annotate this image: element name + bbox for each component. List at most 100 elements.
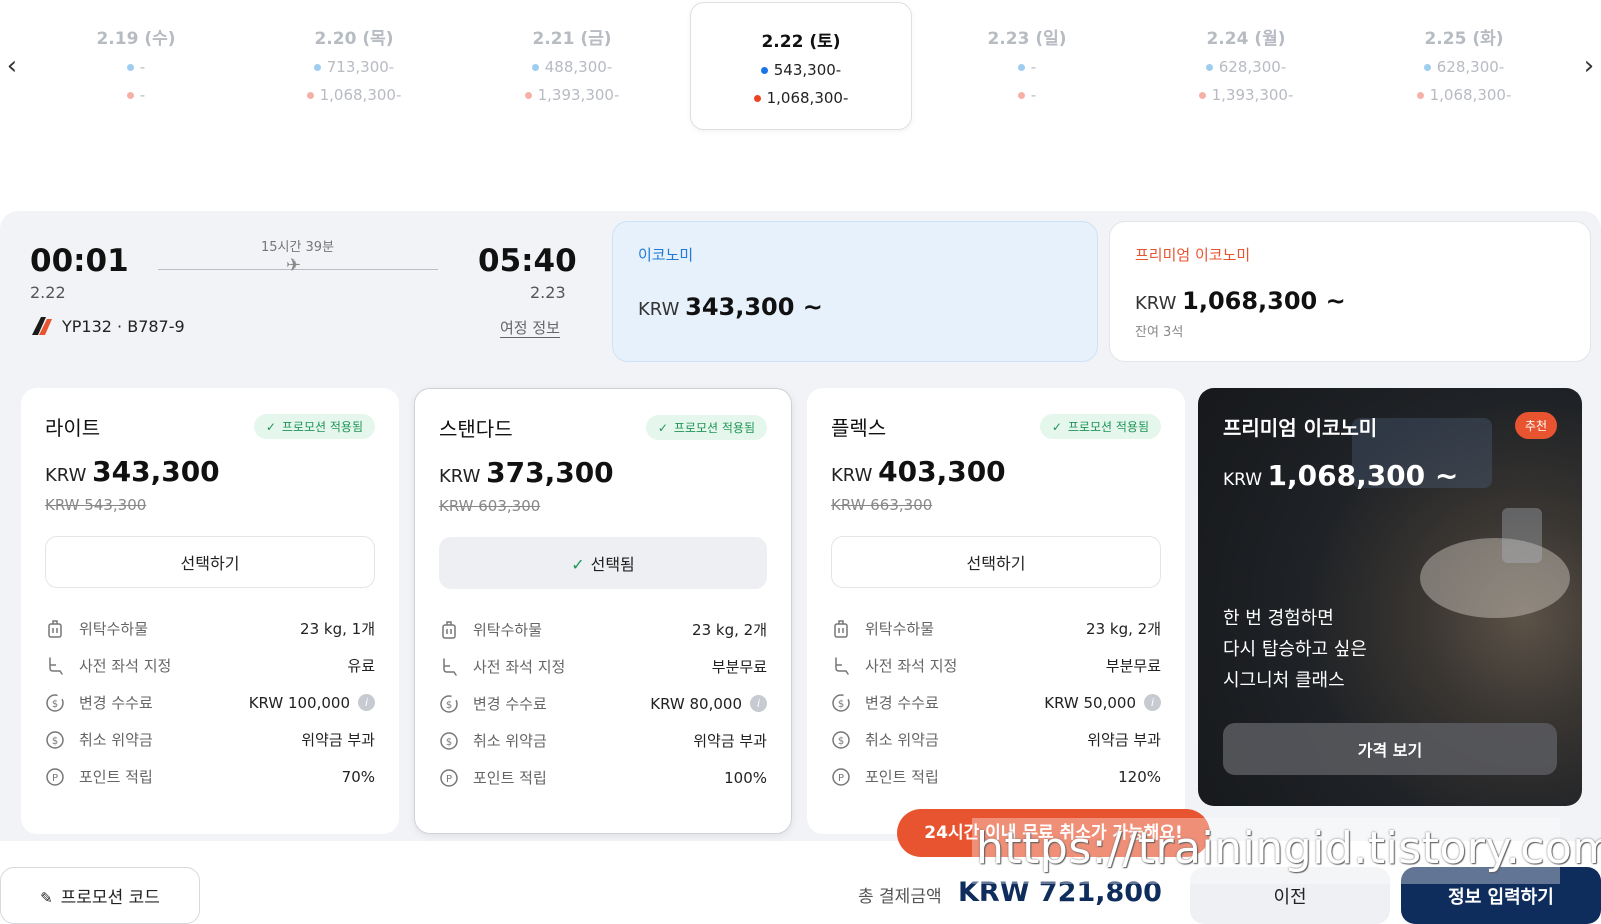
seats-left: 잔여 3석 xyxy=(1135,325,1184,340)
check-icon: ✓ xyxy=(265,420,276,434)
promo-code-button[interactable]: ✎ 프로모션 코드 xyxy=(0,867,200,924)
prev-date-arrow-icon[interactable]: ‹ xyxy=(0,52,24,80)
cabin-name: 프리미엄 이코노미 xyxy=(1135,246,1251,264)
date-label: 2.20 (목) xyxy=(314,29,394,49)
fare-name: 라이트 xyxy=(45,416,101,440)
cabin-price: KRW 1,068,300 ~ xyxy=(1135,287,1565,315)
seat-icon xyxy=(443,657,457,676)
date-option[interactable]: 2.23 (일) - - xyxy=(916,0,1138,130)
promo-badge: ✓ 프로모션 적용됨 xyxy=(1039,414,1161,439)
flight-duration: 15시간 39분 xyxy=(260,240,335,255)
seat-icon xyxy=(49,656,63,675)
feature-value: 부분무료 xyxy=(1105,657,1161,675)
svg-text:P: P xyxy=(52,773,58,784)
luggage-icon xyxy=(834,619,848,638)
check-icon: ✓ xyxy=(571,555,585,574)
economy-price: - xyxy=(139,58,146,76)
economy-dot-icon xyxy=(1205,64,1213,71)
economy-price: 488,300- xyxy=(544,58,613,76)
feature-row: P 포인트 적립 100% xyxy=(439,759,767,796)
feature-label: 변경 수수료 xyxy=(473,695,547,713)
feature-label: 포인트 적립 xyxy=(473,769,547,787)
check-icon: ✓ xyxy=(1051,420,1062,434)
next-date-arrow-icon[interactable]: › xyxy=(1577,52,1601,80)
fare-name: 스탠다드 xyxy=(439,417,513,441)
feature-value: 120% xyxy=(1118,767,1161,786)
itinerary-info-link[interactable]: 여정 정보 xyxy=(500,317,560,338)
feature-value: 위약금 부과 xyxy=(1087,731,1161,749)
date-option[interactable]: 2.20 (목) 713,300- 1,068,300- xyxy=(243,0,465,130)
info-icon[interactable]: i xyxy=(750,695,767,712)
feature-value: 위약금 부과 xyxy=(693,732,767,750)
luggage-icon xyxy=(48,619,62,638)
cabin-premium-card[interactable]: 프리미엄 이코노미 KRW 1,068,300 ~ 잔여 3석 xyxy=(1109,221,1591,362)
date-label: 2.23 (일) xyxy=(987,29,1067,49)
feature-value: 70% xyxy=(341,767,375,786)
meal-tray-image xyxy=(1420,538,1570,618)
feature-value: KRW 80,000 xyxy=(650,694,742,713)
select-fare-button[interactable]: 선택하기 xyxy=(831,536,1161,588)
selected-fare-button[interactable]: ✓ 선택됨 xyxy=(439,537,767,589)
currency: KRW xyxy=(638,299,680,320)
date-label: 2.19 (수) xyxy=(96,29,176,49)
points-icon: P xyxy=(46,767,64,786)
promo-badge-label: 프로모션 적용됨 xyxy=(281,420,363,434)
select-button-label: 선택하기 xyxy=(180,554,240,573)
premium-card-tagline: 한 번 경험하면 다시 탑승하고 싶은 시그니처 클래스 xyxy=(1223,603,1367,696)
currency: KRW xyxy=(439,466,481,487)
economy-dot-icon xyxy=(1423,64,1431,71)
price-value: 403,300 xyxy=(878,455,1006,488)
view-price-button[interactable]: 가격 보기 xyxy=(1223,723,1557,775)
date-label: 2.22 (토) xyxy=(761,32,841,52)
date-option[interactable]: 2.21 (금) 488,300- 1,393,300- xyxy=(461,0,683,130)
feature-value: KRW 100,000 xyxy=(248,693,350,712)
info-icon[interactable]: i xyxy=(1144,694,1161,711)
price-value: 1,068,300 ~ xyxy=(1182,287,1346,315)
date-label: 2.21 (금) xyxy=(532,29,612,49)
cancel-fee-icon: $ xyxy=(46,730,64,749)
feature-label: 취소 위약금 xyxy=(473,732,547,750)
date-option[interactable]: 2.25 (화) 628,300- 1,068,300- xyxy=(1353,0,1575,130)
feature-value: 23 kg, 1개 xyxy=(300,620,375,638)
premium-price: 1,393,300- xyxy=(537,86,620,104)
fare-card-lite: 라이트 ✓ 프로모션 적용됨 KRW 343,300 KRW 543,300 선택… xyxy=(21,388,399,834)
departure-date: 2.22 xyxy=(30,283,66,302)
price-value: 343,300 ~ xyxy=(685,293,823,321)
arrival-time: 05:40 xyxy=(478,243,577,279)
flight-info: 00:01 2.22 15시간 39분 ✈ 05:40 2.23 YP132 ·… xyxy=(0,211,600,371)
feature-label: 포인트 적립 xyxy=(865,768,939,786)
feature-label: 위탁수하물 xyxy=(79,620,149,638)
feature-value: 유료 xyxy=(347,657,375,675)
premium-dot-icon xyxy=(1198,92,1206,99)
economy-dot-icon xyxy=(313,64,321,71)
feature-value: 부분무료 xyxy=(711,658,767,676)
select-fare-button[interactable]: 선택하기 xyxy=(45,536,375,588)
currency: KRW xyxy=(1135,293,1177,314)
promo-badge-label: 프로모션 적용됨 xyxy=(1067,420,1149,434)
premium-price: 1,068,300- xyxy=(766,89,849,107)
feature-label: 사전 좌석 지정 xyxy=(473,658,566,676)
feature-value: 100% xyxy=(724,768,767,787)
economy-price: 628,300- xyxy=(1436,58,1505,76)
feature-row: P 포인트 적립 120% xyxy=(831,758,1161,795)
watermark-text: https://trainingid.tistory.com xyxy=(972,818,1601,884)
info-icon[interactable]: i xyxy=(358,694,375,711)
svg-text:P: P xyxy=(838,773,844,784)
tagline-line: 시그니처 클래스 xyxy=(1223,670,1345,691)
feature-row: $ 변경 수수료 KRW 50,000 i xyxy=(831,684,1161,721)
premium-card-price: KRW 1,068,300 ~ xyxy=(1223,459,1557,492)
date-option-selected[interactable]: 2.22 (토) 543,300- 1,068,300- xyxy=(690,2,912,130)
economy-dot-icon xyxy=(126,64,134,71)
flight-number: YP132 · B787-9 xyxy=(62,317,185,336)
fare-card-flex: 플렉스 ✓ 프로모션 적용됨 KRW 403,300 KRW 663,300 선택… xyxy=(807,388,1185,834)
premium-economy-promo-card[interactable]: 프리미엄 이코노미 추천 KRW 1,068,300 ~ 한 번 경험하면 다시… xyxy=(1198,388,1582,806)
economy-dot-icon xyxy=(760,67,768,74)
economy-price: 543,300- xyxy=(773,61,842,79)
promo-badge: ✓ 프로모션 적용됨 xyxy=(645,415,767,440)
date-option[interactable]: 2.24 (월) 628,300- 1,393,300- xyxy=(1135,0,1357,130)
airplane-icon: ✈ xyxy=(286,255,302,276)
fare-name: 플렉스 xyxy=(831,416,887,440)
date-option[interactable]: 2.19 (수) - - xyxy=(25,0,247,130)
svg-text:$: $ xyxy=(446,700,452,711)
cabin-economy-card[interactable]: 이코노미 KRW 343,300 ~ xyxy=(612,221,1098,362)
